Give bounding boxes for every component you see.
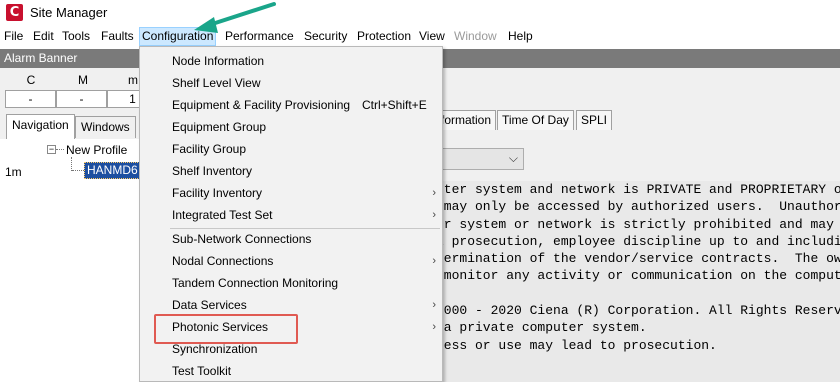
submenu-arrow-icon: › — [432, 209, 436, 221]
menu-item-label: Equipment Group — [172, 120, 267, 134]
menu-faults[interactable]: Faults — [99, 27, 136, 46]
menu-file[interactable]: File — [2, 27, 25, 46]
menu-item-facility-group[interactable]: Facility Group — [140, 138, 442, 160]
alarm-col-major: M — [78, 73, 88, 87]
menu-item-nodal-connections[interactable]: Nodal Connections › — [140, 250, 442, 272]
menu-window: Window — [454, 29, 497, 43]
banner-line: termination of the vendor/service contra… — [436, 251, 840, 267]
tab-node-information[interactable]: formation — [436, 110, 497, 130]
tab-spli[interactable]: SPLI — [576, 110, 613, 130]
menu-item-shelf-level-view[interactable]: Shelf Level View — [140, 72, 442, 94]
tab-navigation[interactable]: Navigation — [6, 114, 75, 139]
menu-item-shortcut: Ctrl+Shift+E — [362, 98, 427, 112]
tree-connector — [56, 149, 64, 150]
menu-item-label: Synchronization — [172, 342, 258, 356]
menu-item-equipment-group[interactable]: Equipment Group — [140, 116, 442, 138]
submenu-arrow-icon: › — [432, 255, 436, 267]
login-banner-text: uter system and network is PRIVATE and P… — [436, 181, 840, 382]
menu-item-integrated-test-set[interactable]: Integrated Test Set › — [140, 204, 442, 226]
menu-item-label: Test Toolkit — [172, 364, 232, 378]
menu-item-label: Data Services — [172, 298, 247, 312]
menu-protection[interactable]: Protection — [355, 27, 413, 46]
banner-line: may only be accessed by authorized users… — [436, 199, 840, 215]
alarm-count-major[interactable]: - — [56, 90, 107, 108]
tab-time-of-day[interactable]: Time Of Day — [497, 110, 574, 130]
menu-edit[interactable]: Edit — [31, 27, 56, 46]
photonic-services-highlight — [154, 314, 298, 344]
chevron-down-icon: ⌵ — [508, 151, 518, 165]
tab-windows[interactable]: Windows — [75, 116, 136, 138]
menu-item-shelf-inventory[interactable]: Shelf Inventory — [140, 160, 442, 182]
tree-connector-branch — [72, 170, 84, 171]
banner-line: uter system and network is PRIVATE and P… — [436, 182, 840, 197]
window-title: Site Manager — [30, 5, 108, 20]
alarm-counts: C M m - - 1 — [0, 68, 158, 112]
alarm-col-critical: C — [26, 73, 36, 87]
menu-help[interactable]: Help — [506, 27, 535, 46]
banner-line: a private computer system. — [436, 320, 647, 336]
menu-item-node-information[interactable]: Node Information — [140, 50, 442, 72]
submenu-arrow-icon: › — [432, 321, 436, 333]
node-select-dropdown[interactable]: ⌵ — [436, 148, 524, 170]
banner-line: monitor any activity or communication on… — [436, 268, 840, 284]
tree-node-selected[interactable]: HANMD6 — [84, 162, 140, 179]
banner-line: l prosecution, employee discipline up to… — [436, 233, 840, 249]
row-label: 1m — [5, 165, 22, 179]
menu-item-facility-inventory[interactable]: Facility Inventory › — [140, 182, 442, 204]
menu-item-label: Sub-Network Connections — [172, 232, 312, 246]
menu-item-label: Node Information — [172, 54, 265, 68]
ciena-c-icon: C — [6, 4, 23, 21]
menu-bar: File Edit Tools Faults Configuration Per… — [0, 26, 840, 47]
menu-item-label: Integrated Test Set — [172, 208, 273, 222]
annotation-arrow-icon — [194, 2, 276, 33]
submenu-arrow-icon: › — [432, 299, 436, 311]
menu-item-label: Tandem Connection Monitoring — [172, 276, 339, 290]
menu-item-label: Shelf Inventory — [172, 164, 253, 178]
tree-connector-vertical — [71, 157, 72, 171]
menu-item-label: Shelf Level View — [172, 76, 261, 90]
menu-item-test-toolkit[interactable]: Test Toolkit — [140, 360, 442, 382]
menu-item-sub-network-connections[interactable]: Sub-Network Connections — [140, 228, 442, 250]
menu-view[interactable]: View — [417, 27, 447, 46]
tree-collapse-icon[interactable]: − — [47, 145, 56, 154]
menu-security[interactable]: Security — [302, 27, 349, 46]
alarm-count-critical[interactable]: - — [5, 90, 56, 108]
banner-line — [436, 285, 840, 302]
menu-item-label: Facility Inventory — [172, 186, 263, 200]
submenu-arrow-icon: › — [432, 187, 436, 199]
left-tab-strip: Navigation Windows — [0, 112, 140, 139]
menu-item-label: Nodal Connections — [172, 254, 274, 268]
title-bar: C Site Manager — [0, 0, 840, 26]
menu-item-data-services[interactable]: Data Services › — [140, 294, 442, 316]
menu-item-label: Facility Group — [172, 142, 247, 156]
menu-tools[interactable]: Tools — [60, 27, 92, 46]
banner-line: cess or use may lead to prosecution. — [436, 337, 717, 353]
menu-item-label: Equipment & Facility Provisioning — [172, 98, 351, 112]
banner-line: 2000 - 2020 Ciena (R) Corporation. All R… — [436, 303, 840, 319]
tree-root-new-profile[interactable]: New Profile — [66, 143, 127, 157]
banner-line: er system or network is strictly prohibi… — [436, 216, 840, 232]
menu-item-equipment-and-facility-provisioning[interactable]: Equipment & Facility Provisioning Ctrl+Sh… — [140, 94, 442, 116]
menu-item-tandem-connection-monitoring[interactable]: Tandem Connection Monitoring — [140, 272, 442, 294]
